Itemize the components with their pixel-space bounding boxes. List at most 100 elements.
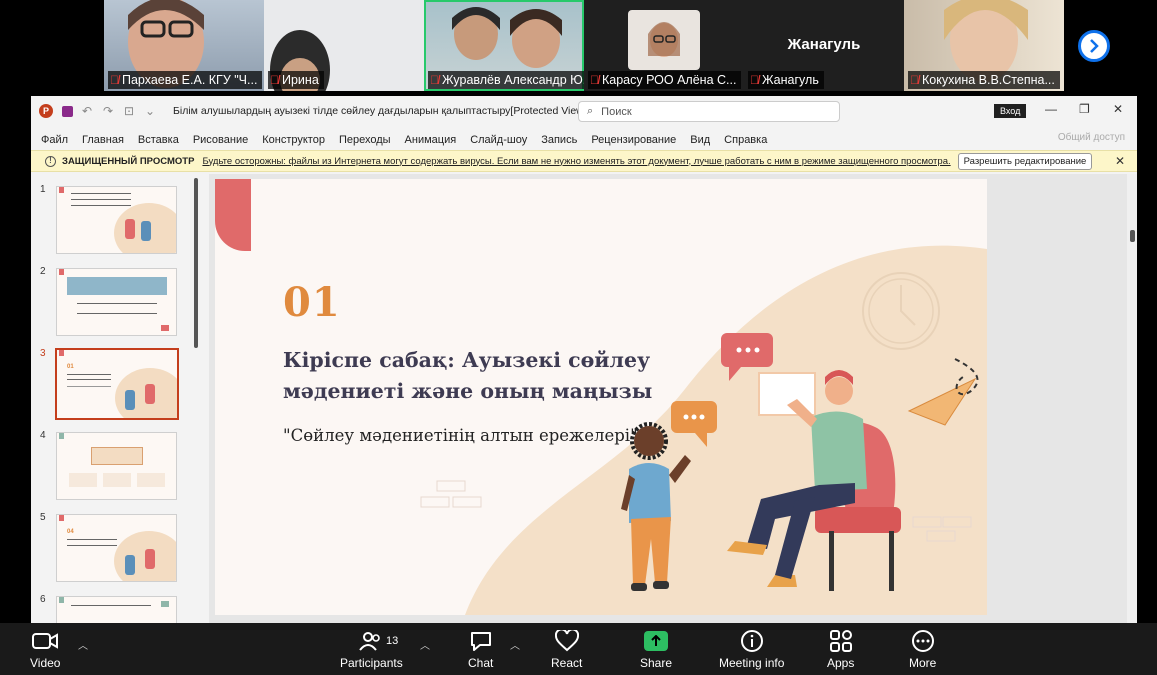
heart-icon [554,629,579,653]
tab-animations[interactable]: Анимация [405,134,457,146]
protected-view-title: ЗАЩИЩЕННЫЙ ПРОСМОТР [62,155,195,167]
scroll-thumb[interactable] [1130,230,1135,242]
current-slide[interactable]: 01 Кіріспе сабақ: Ауызекі сөйлеу мәдение… [215,179,987,615]
sign-in-button[interactable]: Вход [994,104,1027,118]
search-icon: ⌕ [587,105,594,117]
video-button[interactable]: Video [30,629,60,670]
slide-thumbnail[interactable]: 04 [56,514,177,582]
react-label: React [551,656,583,670]
close-icon[interactable]: ✕ [1113,102,1123,116]
participant-tile[interactable]: Жанагуль 🎙̸ Жанагуль [744,0,904,91]
meeting-toolbar: Video ︿ Participants 13 ︿ Chat ︿ React S… [0,623,1157,675]
react-button[interactable]: React [551,629,582,670]
meeting-info-label: Meeting info [719,656,785,670]
participants-icon [359,629,383,653]
participant-tile-active-speaker[interactable]: 🎙̸ Журавлёв Александр Ю... [424,0,584,91]
more-button[interactable]: More [909,629,936,670]
more-label: More [909,656,937,670]
enable-editing-button[interactable]: Разрешить редактирование [957,152,1093,170]
chat-icon [469,629,493,653]
thumb-number: 4 [40,430,46,441]
apps-button[interactable]: Apps [827,629,854,670]
next-page-button[interactable] [1078,30,1110,62]
thumb-number: 3 [40,348,46,359]
video-label: Video [30,656,61,670]
tab-design[interactable]: Конструктор [262,134,325,146]
slide-thumbnail[interactable] [56,596,177,623]
participant-tile[interactable]: 🎙̸ Карасу РОО Алёна С... [584,0,744,91]
powerpoint-window: P ↶ ↷ ⊡ ⌄ Білім алушылардың ауызекі тілд… [31,96,1137,623]
close-icon[interactable]: ✕ [1115,154,1125,168]
present-icon[interactable]: ⊡ [124,105,136,117]
thumb-number: 1 [40,184,46,195]
chevron-right-icon [1090,39,1099,53]
customize-icon[interactable]: ⌄ [145,105,157,117]
share-screen-icon [644,631,669,651]
thumb-number: 5 [40,512,46,523]
protected-view-bar: ! ЗАЩИЩЕННЫЙ ПРОСМОТР Будьте осторожны: … [31,150,1137,172]
shield-icon: ! [45,155,56,167]
tab-draw[interactable]: Рисование [193,134,248,146]
tab-review[interactable]: Рецензирование [591,134,676,146]
share-screen-button[interactable]: Share [640,629,672,670]
save-icon[interactable] [62,105,73,117]
video-camera-icon [32,629,59,653]
tab-record[interactable]: Запись [541,134,577,146]
slide-thumbnail-current[interactable]: 01 [55,348,179,420]
tab-insert[interactable]: Вставка [138,134,179,146]
slide-subtitle: "Сөйлеу мәдениетінің алтын ережелері" [283,426,638,445]
share-button[interactable]: Общий доступ [1058,132,1125,143]
search-box[interactable]: ⌕ Поиск [578,101,840,122]
participant-name: 🎙̸ Журавлёв Александр Ю... [428,71,584,89]
mic-off-icon: 🎙̸ [430,73,439,87]
document-title: Білім алушылардың ауызекі тілде сөйлеу д… [173,105,641,117]
participant-tile[interactable]: 🎙̸ Кокухина В.В.Степна... [904,0,1064,91]
participant-name: 🎙̸ Пархаева Е.А. КГУ "Ч... [108,71,263,89]
mic-off-icon: 🎙̸ [750,73,759,87]
search-placeholder: Поиск [601,105,632,118]
participants-count: 13 [386,635,399,647]
participant-display-name: Жанагуль [787,36,861,53]
mic-off-icon: 🎙̸ [910,73,919,87]
video-strip: 🎙̸ Пархаева Е.А. КГУ "Ч... 🎙̸ Ирина 🎙̸ Жура… [0,0,1157,92]
tab-view[interactable]: Вид [690,134,710,146]
slide-thumbnail[interactable] [56,432,177,500]
chat-label: Chat [468,656,494,670]
share-label: Share [640,656,673,670]
mic-off-icon: 🎙̸ [270,73,279,87]
slide-title: Кіріспе сабақ: Ауызекі сөйлеу мәдениеті … [283,348,653,403]
participant-tile[interactable]: 🎙̸ Ирина [264,0,424,91]
mic-off-icon: 🎙̸ [110,73,119,87]
powerpoint-logo-icon: P [39,104,53,118]
participants-label: Participants [340,656,403,670]
slide-thumbnails-pane: 1 2 3 01 4 5 04 6 [31,174,205,623]
slide-scrollbar[interactable] [1127,174,1137,623]
more-icon [911,629,935,653]
chevron-up-icon[interactable]: ︿ [78,637,88,652]
chat-button[interactable]: Chat [468,629,493,670]
mic-off-icon: 🎙̸ [590,73,599,87]
chevron-up-icon[interactable]: ︿ [510,637,520,652]
chevron-up-icon[interactable]: ︿ [420,637,430,652]
thumb-number: 6 [40,594,46,605]
tab-home[interactable]: Главная [82,134,124,146]
apps-icon [829,629,853,653]
title-bar: P ↶ ↷ ⊡ ⌄ Білім алушылардың ауызекі тілд… [31,96,1137,126]
participant-name: 🎙̸ Ирина [268,71,324,89]
redo-icon[interactable]: ↷ [103,105,115,117]
maximize-icon[interactable]: ❐ [1079,102,1090,116]
slide-thumbnail[interactable] [56,186,177,254]
participant-tile[interactable]: 🎙̸ Пархаева Е.А. КГУ "Ч... [104,0,264,91]
tab-file[interactable]: Файл [41,134,68,146]
undo-icon[interactable]: ↶ [82,105,94,117]
tab-slideshow[interactable]: Слайд-шоу [470,134,527,146]
participant-name: 🎙̸ Кокухина В.В.Степна... [908,71,1060,89]
minimize-icon[interactable]: — [1045,102,1057,116]
thumbnails-scrollbar[interactable] [194,178,198,348]
protected-view-message[interactable]: Будьте осторожны: файлы из Интернета мог… [202,156,950,167]
tab-transitions[interactable]: Переходы [339,134,391,146]
tab-help[interactable]: Справка [724,134,767,146]
slide-section-number: 01 [283,279,341,326]
meeting-info-button[interactable]: Meeting info [719,629,784,670]
slide-thumbnail[interactable] [56,268,177,336]
